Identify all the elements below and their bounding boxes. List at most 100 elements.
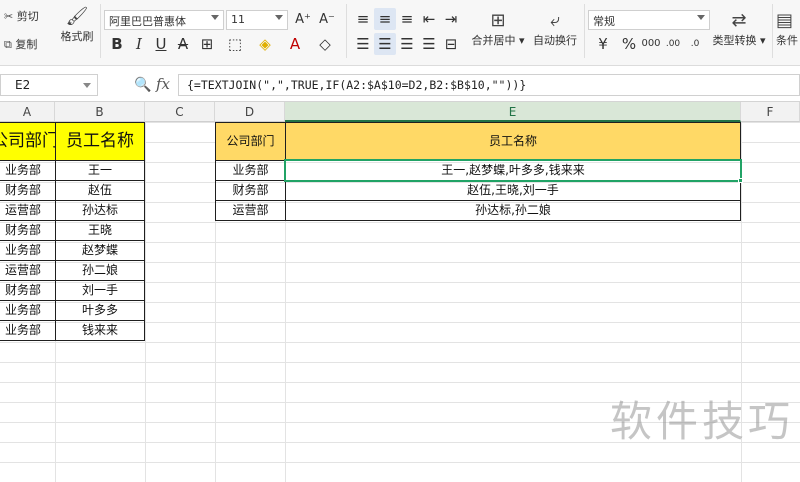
font-size-select[interactable]: 11 [226, 10, 288, 30]
gridline [0, 362, 800, 363]
bold-icon[interactable]: B [106, 33, 128, 55]
header-cell-department[interactable]: 公司部门 [215, 122, 286, 161]
column-header-a[interactable]: A [0, 102, 55, 122]
font-size-value: 11 [231, 13, 245, 26]
strikethrough-icon[interactable]: A [172, 33, 194, 55]
table-cell-employee[interactable]: 王晓 [55, 220, 145, 241]
fill-color-icon[interactable]: ◈ [254, 33, 276, 55]
table-cell-department[interactable]: 财务部 [0, 220, 56, 241]
formula-bar: E2 🔍 fx {=TEXTJOIN(",",TRUE,IF(A2:$A$10=… [0, 66, 800, 102]
table-cell-employee[interactable]: 王一 [55, 160, 145, 181]
name-box[interactable]: E2 [0, 74, 98, 96]
table-cell-department[interactable]: 业务部 [0, 320, 56, 341]
column-header-f[interactable]: F [741, 102, 800, 122]
format-painter-button[interactable]: 🖌 格式刷 [60, 6, 94, 44]
table-cell-department[interactable]: 业务部 [0, 240, 56, 261]
table-cell-department[interactable]: 业务部 [215, 160, 286, 181]
gridline [0, 462, 800, 463]
header-cell-department[interactable]: 公司部门 [0, 122, 56, 161]
wrap-text-label: 自动换行 [533, 34, 577, 47]
underline-icon[interactable]: U [150, 33, 172, 55]
copy-label: 复制 [15, 38, 38, 51]
thousands-icon[interactable]: 000 [640, 33, 662, 55]
column-header-b[interactable]: B [55, 102, 145, 122]
table-cell-department[interactable]: 运营部 [0, 260, 56, 281]
divider [584, 4, 585, 58]
align-left-icon[interactable]: ☰ [352, 33, 374, 55]
increase-decimal-icon[interactable]: .00 [662, 33, 684, 55]
number-format-value: 常规 [593, 15, 615, 28]
function-icon[interactable]: fx [156, 75, 170, 93]
table-cell-department[interactable]: 运营部 [215, 200, 286, 221]
table-cell-department[interactable]: 业务部 [0, 300, 56, 321]
table-cell-employee[interactable]: 叶多多 [55, 300, 145, 321]
divider [100, 4, 101, 58]
table-cell-department[interactable]: 业务部 [0, 160, 56, 181]
column-header-d[interactable]: D [215, 102, 285, 122]
indent-increase-icon[interactable]: ⇥ [440, 8, 462, 30]
justify-icon[interactable]: ☰ [418, 33, 440, 55]
gridline [145, 122, 146, 482]
table-cell-employee[interactable]: 赵梦蝶 [55, 240, 145, 261]
column-header-e[interactable]: E [285, 102, 741, 122]
table-cell-department[interactable]: 财务部 [0, 180, 56, 201]
table-cell-department[interactable]: 财务部 [215, 180, 286, 201]
header-cell-employee[interactable]: 员工名称 [285, 122, 741, 161]
table-cell-employee[interactable]: 赵伍 [55, 180, 145, 201]
table-cell-employee[interactable]: 孙二娘 [55, 260, 145, 281]
conditional-format-button[interactable]: ▤ 条件 [776, 10, 800, 48]
formula-input[interactable]: {=TEXTJOIN(",",TRUE,IF(A2:$A$10=D2,B2:$B… [178, 74, 800, 96]
table-cell-employee-list[interactable]: 王一,赵梦蝶,叶多多,钱来来 [285, 160, 741, 181]
align-center-icon[interactable]: ☰ [374, 33, 396, 55]
table-cell-employee[interactable]: 钱来来 [55, 320, 145, 341]
ribbon-toolbar: ✂ 剪切 ⧉ 复制 🖌 格式刷 阿里巴巴普惠体 11 A⁺ A⁻ B I U A… [0, 0, 800, 66]
copy-button[interactable]: ⧉ 复制 [4, 36, 37, 52]
scissors-icon: ✂ [4, 10, 14, 23]
align-right-icon[interactable]: ☰ [396, 33, 418, 55]
conditional-label: 条件 [776, 34, 798, 47]
merge-center-button[interactable]: ⊞ 合并居中 ▾ [468, 10, 528, 48]
conditional-icon: ▤ [776, 10, 794, 31]
table-cell-employee[interactable]: 刘一手 [55, 280, 145, 301]
decrease-decimal-icon[interactable]: .0 [684, 33, 706, 55]
table-cell-employee-list[interactable]: 孙达标,孙二娘 [285, 200, 741, 221]
italic-icon[interactable]: I [128, 33, 150, 55]
table-cell-employee[interactable]: 孙达标 [55, 200, 145, 221]
fill-pattern-icon[interactable]: ⬚ [224, 33, 246, 55]
column-header-c[interactable]: C [145, 102, 215, 122]
currency-icon[interactable]: ¥ [592, 33, 614, 55]
font-name-value: 阿里巴巴普惠体 [109, 15, 186, 28]
align-middle-icon[interactable]: ≡ [374, 8, 396, 30]
zoom-icon[interactable]: 🔍 [134, 77, 151, 93]
distributed-icon[interactable]: ⊟ [440, 33, 462, 55]
decrease-font-icon[interactable]: A⁻ [316, 9, 338, 31]
align-bottom-icon[interactable]: ≡ [396, 8, 418, 30]
cut-button[interactable]: ✂ 剪切 [4, 8, 39, 24]
number-format-select[interactable]: 常规 [588, 10, 710, 30]
merge-center-label: 合并居中 [471, 34, 516, 47]
header-cell-employee[interactable]: 员工名称 [55, 122, 145, 161]
fill-handle[interactable] [738, 178, 743, 183]
chevron-down-icon [275, 15, 283, 20]
gridline [0, 342, 800, 343]
increase-font-icon[interactable]: A⁺ [292, 9, 314, 31]
chevron-down-icon [83, 83, 91, 88]
eraser-icon[interactable]: ◇ [314, 33, 336, 55]
gridline [0, 382, 800, 383]
cut-label: 剪切 [16, 10, 39, 23]
table-cell-department[interactable]: 财务部 [0, 280, 56, 301]
watermark-text: 软件技巧 [609, 397, 794, 446]
chevron-down-icon [211, 15, 219, 20]
convert-type-button[interactable]: ⇄ 类型转换 ▾ [710, 10, 768, 48]
wrap-text-button[interactable]: ⤶ 自动换行 [530, 10, 580, 48]
indent-decrease-icon[interactable]: ⇤ [418, 8, 440, 30]
font-color-icon[interactable]: A [284, 33, 306, 55]
percent-icon[interactable]: % [618, 33, 640, 55]
merge-cells-icon: ⊞ [490, 10, 506, 31]
border-icon[interactable]: ⊞ [196, 33, 218, 55]
font-name-select[interactable]: 阿里巴巴普惠体 [104, 10, 224, 30]
chevron-down-icon [697, 15, 705, 20]
table-cell-employee-list[interactable]: 赵伍,王晓,刘一手 [285, 180, 741, 201]
table-cell-department[interactable]: 运营部 [0, 200, 56, 221]
align-top-icon[interactable]: ≡ [352, 8, 374, 30]
